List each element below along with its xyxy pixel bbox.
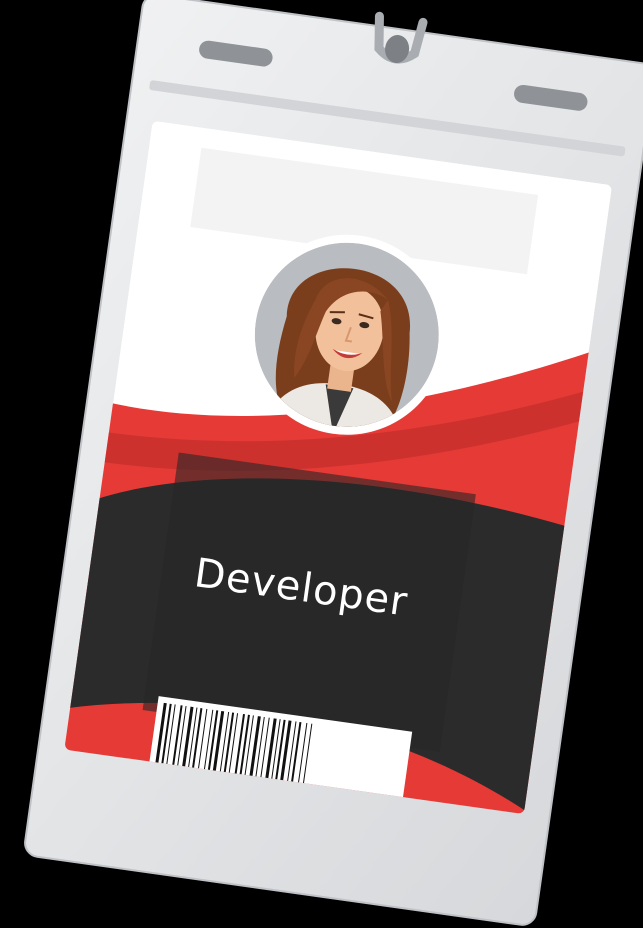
id-badge-illustration: Developer	[24, 0, 643, 926]
id-card: Developer	[64, 120, 613, 815]
badge-group: Developer	[24, 0, 643, 926]
canvas: Developer	[0, 0, 643, 928]
